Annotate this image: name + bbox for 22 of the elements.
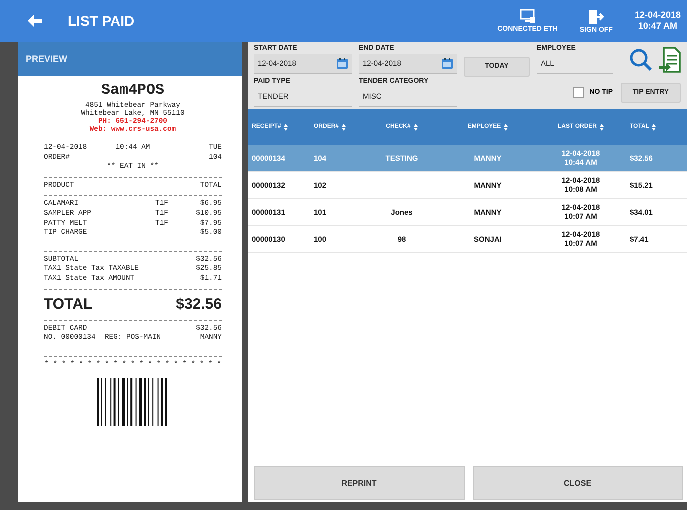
page-title: LIST PAID [68,13,136,29]
checkbox[interactable] [572,87,584,98]
sort-icon [600,124,604,130]
calendar-icon[interactable] [442,58,453,69]
export-document-icon[interactable] [659,47,681,74]
store-name: Sam4POS [100,82,166,99]
close-button[interactable]: CLOSE [472,466,683,500]
sort-icon [504,124,508,130]
receipt-total-label: TOTAL [44,294,94,315]
monitor-icon [520,9,536,24]
sort-icon [414,124,418,130]
calendar-icon[interactable] [337,58,348,69]
date-time: 12-04-2018 10:47 AM [634,10,681,32]
search-icon[interactable] [629,48,653,72]
receipt-total-value: $32.56 [176,294,222,315]
door-exit-icon [588,8,604,24]
sort-icon [652,124,656,130]
sort-icon [342,124,346,130]
back-arrow-icon[interactable] [28,15,42,27]
reprint-button[interactable]: REPRINT [254,466,464,500]
panel-title: PREVIEW [18,42,242,76]
sort-icon [284,124,288,130]
